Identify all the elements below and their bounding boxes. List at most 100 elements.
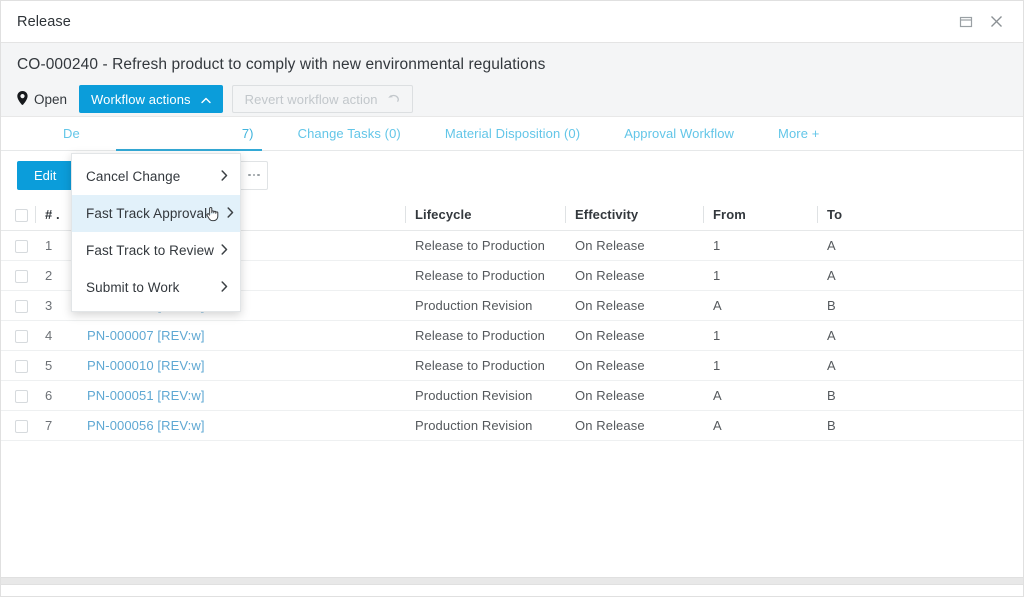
row-effectivity: On Release: [565, 350, 703, 381]
row-from: A: [703, 380, 817, 411]
close-icon[interactable]: [981, 7, 1011, 37]
row-name-link[interactable]: PN-000056 [REV:w]: [87, 418, 205, 433]
document-header: CO-000240 - Refresh product to comply wi…: [1, 43, 1023, 312]
column-header-to[interactable]: To: [817, 199, 1023, 231]
revert-workflow-action-label: Revert workflow action: [244, 91, 378, 107]
menu-item-fast-track-approval[interactable]: Fast Track Approval: [72, 195, 240, 232]
row-lifecycle: Release to Production: [405, 320, 565, 351]
row-name-link[interactable]: PN-000051 [REV:w]: [87, 388, 205, 403]
row-number: 6: [35, 380, 77, 411]
row-name-cell: PN-000007 [REV:w]: [77, 320, 405, 351]
menu-item-label: Fast Track to Review: [86, 243, 215, 258]
row-name-cell: PN-000051 [REV:w]: [77, 380, 405, 411]
status-badge: Open: [17, 90, 70, 108]
row-effectivity: On Release: [565, 380, 703, 411]
dot: [252, 173, 256, 177]
row-select-cell: [1, 260, 35, 291]
table-row[interactable]: 7 PN-000056 [REV:w] Production Revision On …: [1, 410, 1023, 441]
row-lifecycle: Production Revision: [405, 290, 565, 321]
row-from: 1: [703, 260, 817, 291]
select-all-checkbox[interactable]: [15, 208, 28, 222]
menu-item-label: Cancel Change: [86, 169, 181, 184]
menu-item-label: Fast Track Approval: [86, 206, 208, 221]
chevron-right-icon: [221, 244, 228, 257]
window-titlebar: Release: [1, 1, 1023, 43]
footer-blank: [1, 585, 1023, 596]
row-checkbox[interactable]: [15, 299, 28, 313]
row-name-link[interactable]: PN-000010 [REV:w]: [87, 358, 205, 373]
row-effectivity: On Release: [565, 290, 703, 321]
menu-item-cancel-change[interactable]: Cancel Change: [72, 158, 240, 195]
row-from: A: [703, 290, 817, 321]
row-lifecycle: Release to Production: [405, 230, 565, 261]
row-lifecycle: Release to Production: [405, 260, 565, 291]
pointing-hand-cursor: [205, 206, 220, 222]
column-header-from[interactable]: From: [703, 199, 817, 231]
row-to: A: [817, 260, 1023, 291]
tab-details[interactable]: De: [41, 117, 102, 150]
row-select-cell: [1, 320, 35, 351]
row-to: A: [817, 350, 1023, 381]
release-window: Release CO-000240 - Refresh product to c…: [0, 0, 1024, 597]
row-checkbox[interactable]: [15, 419, 28, 433]
chevron-right-icon: [221, 170, 228, 183]
row-lifecycle: Production Revision: [405, 380, 565, 411]
menu-item-label: Submit to Work: [86, 280, 180, 295]
tab-material-disposition[interactable]: Material Disposition (0): [423, 117, 602, 150]
tab-label: Change Tasks (0): [297, 126, 401, 141]
row-number: 4: [35, 320, 77, 351]
table-row[interactable]: 6 PN-000051 [REV:w] Production Revision On …: [1, 380, 1023, 411]
row-to: B: [817, 290, 1023, 321]
row-to: B: [817, 380, 1023, 411]
window-title: Release: [17, 13, 71, 30]
row-name-cell: PN-000010 [REV:w]: [77, 350, 405, 381]
table-row[interactable]: 5 PN-000010 [REV:w] Release to Production O…: [1, 350, 1023, 381]
column-header-effectivity[interactable]: Effectivity: [565, 199, 703, 231]
row-lifecycle: Production Revision: [405, 410, 565, 441]
chevron-up-icon: [200, 92, 211, 107]
row-checkbox[interactable]: [15, 329, 28, 343]
row-from: 1: [703, 320, 817, 351]
chevron-right-icon: [227, 207, 234, 220]
table-row[interactable]: 4 PN-000007 [REV:w] Release to Production O…: [1, 320, 1023, 351]
row-name-link[interactable]: PN-000007 [REV:w]: [87, 328, 205, 343]
row-to: A: [817, 230, 1023, 261]
select-all-header: [1, 199, 35, 231]
column-header-lifecycle[interactable]: Lifecycle: [405, 199, 565, 231]
menu-item-submit-to-work[interactable]: Submit to Work: [72, 269, 240, 306]
tab-bar: De 7) Change Tasks (0) Material Disposit…: [1, 117, 1023, 151]
row-from: 1: [703, 230, 817, 261]
undo-arrow-icon: [387, 92, 400, 107]
row-select-cell: [1, 230, 35, 261]
row-effectivity: On Release: [565, 230, 703, 261]
tab-change-tasks[interactable]: Change Tasks (0): [276, 117, 423, 150]
workflow-actions-button[interactable]: Workflow actions: [79, 85, 223, 113]
row-name-cell: PN-000056 [REV:w]: [77, 410, 405, 441]
workflow-actions-menu[interactable]: Cancel Change Fast Track Approval Fast T…: [71, 153, 241, 312]
row-checkbox[interactable]: [15, 359, 28, 373]
row-select-cell: [1, 350, 35, 381]
row-checkbox[interactable]: [15, 239, 28, 253]
tab-affected-items[interactable]: 7): [102, 117, 276, 151]
row-checkbox[interactable]: [15, 389, 28, 403]
more-options-button[interactable]: [239, 160, 269, 190]
menu-item-fast-track-to-review[interactable]: Fast Track to Review: [72, 232, 240, 269]
revert-workflow-action-button: Revert workflow action: [231, 85, 413, 113]
row-number: 5: [35, 350, 77, 381]
row-checkbox[interactable]: [15, 269, 28, 283]
row-select-cell: [1, 410, 35, 441]
tab-more[interactable]: More +: [756, 117, 841, 150]
page-title: CO-000240 - Refresh product to comply wi…: [17, 56, 546, 73]
row-select-cell: [1, 380, 35, 411]
restore-icon[interactable]: [951, 7, 981, 37]
dot: [257, 173, 260, 177]
dot: [248, 173, 251, 177]
row-to: B: [817, 410, 1023, 441]
tab-approval-workflow[interactable]: Approval Workflow: [602, 117, 756, 150]
row-effectivity: On Release: [565, 320, 703, 351]
tab-label: More +: [778, 126, 820, 141]
row-select-cell: [1, 290, 35, 321]
row-effectivity: On Release: [565, 260, 703, 291]
row-from: A: [703, 410, 817, 441]
edit-button[interactable]: Edit: [17, 160, 74, 190]
